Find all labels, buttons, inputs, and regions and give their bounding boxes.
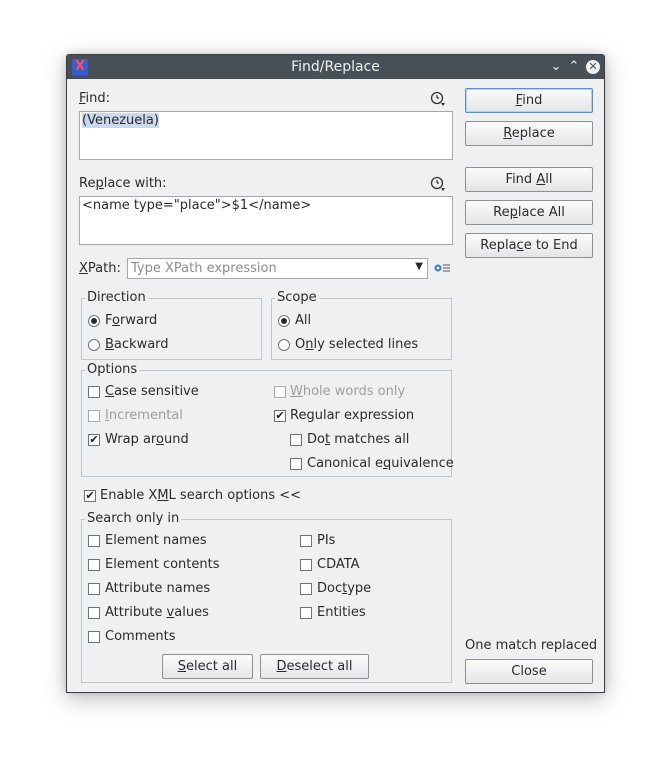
scope-title: Scope [275,290,319,305]
canonical-checkbox[interactable] [290,458,302,470]
attribute-values-label[interactable]: Attribute values [105,605,209,620]
scope-selected-radio[interactable] [278,339,290,351]
forward-label[interactable]: Forward [105,313,157,328]
find-input[interactable]: (Venezuela) [79,111,453,160]
cdata-label[interactable]: CDATA [317,557,360,572]
element-contents-label[interactable]: Element contents [105,557,220,572]
incremental-label[interactable]: Incremental [105,408,183,423]
replace-button[interactable]: Replace [465,121,593,146]
comments-checkbox[interactable] [88,631,100,643]
regex-checkbox[interactable]: ✔ [274,410,286,422]
incremental-checkbox[interactable] [88,410,100,422]
element-names-label[interactable]: Element names [105,533,207,548]
whole-words-checkbox[interactable] [274,386,286,398]
comments-label[interactable]: Comments [105,629,175,644]
doctype-label[interactable]: Doctype [317,581,371,596]
xpath-settings-icon[interactable] [433,262,451,274]
pis-checkbox[interactable] [300,535,312,547]
find-history-icon[interactable] [430,91,446,107]
find-all-button[interactable]: Find All [465,167,593,192]
maximize-icon[interactable]: ⌃ [565,58,583,76]
scope-all-label[interactable]: All [295,313,311,328]
backward-label[interactable]: Backward [105,337,169,352]
options-title: Options [85,362,140,377]
close-window-icon[interactable]: ✕ [586,60,600,74]
replace-input[interactable]: <name type="place">$1</name> [79,196,453,245]
cdata-checkbox[interactable] [300,559,312,571]
wrap-around-checkbox[interactable]: ✔ [88,434,100,446]
pis-label[interactable]: PIs [317,533,335,548]
canonical-label[interactable]: Canonical equivalence [307,456,454,471]
status-text: One match replaced [465,638,598,653]
doctype-checkbox[interactable] [300,583,312,595]
scope-all-radio[interactable] [278,315,290,327]
find-button[interactable]: Find [465,88,593,113]
attribute-names-label[interactable]: Attribute names [105,581,210,596]
wrap-around-label[interactable]: Wrap around [105,432,189,447]
title-bar[interactable]: X Find/Replace ⌄ ⌃ ✕ [67,55,604,79]
minimize-icon[interactable]: ⌄ [547,58,565,76]
xpath-combo[interactable]: Type XPath expression ▼ [127,258,428,279]
backward-radio[interactable] [88,339,100,351]
deselect-all-button[interactable]: Deselect all [260,654,369,679]
xpath-label: XPath: [79,261,121,276]
attribute-values-checkbox[interactable] [88,607,100,619]
whole-words-label[interactable]: Whole words only [290,384,405,399]
element-names-checkbox[interactable] [88,535,100,547]
dot-matches-checkbox[interactable] [290,434,302,446]
chevron-down-icon[interactable]: ▼ [415,261,423,272]
direction-title: Direction [85,290,148,305]
xpath-placeholder: Type XPath expression [131,261,277,276]
dot-matches-label[interactable]: Dot matches all [307,432,409,447]
window-title: Find/Replace [291,59,380,75]
regex-label[interactable]: Regular expression [290,408,414,423]
find-replace-dialog: X Find/Replace ⌄ ⌃ ✕ Find: (Venezuela) R… [66,54,605,693]
case-sensitive-label[interactable]: Case sensitive [105,384,199,399]
entities-label[interactable]: Entities [317,605,366,620]
replace-all-button[interactable]: Replace All [465,200,593,225]
replace-label: Replace with: [79,176,167,191]
select-all-button[interactable]: Select all [162,654,253,679]
attribute-names-checkbox[interactable] [88,583,100,595]
entities-checkbox[interactable] [300,607,312,619]
element-contents-checkbox[interactable] [88,559,100,571]
replace-history-icon[interactable] [430,176,446,192]
case-sensitive-checkbox[interactable] [88,386,100,398]
enable-xml-label[interactable]: Enable XML search options << [100,488,301,503]
enable-xml-checkbox[interactable]: ✔ [84,490,96,502]
scope-selected-label[interactable]: Only selected lines [295,337,418,352]
forward-radio[interactable] [88,315,100,327]
close-button[interactable]: Close [465,659,593,684]
replace-to-end-button[interactable]: Replace to End [465,233,593,258]
search-only-in-title: Search only in [85,511,182,526]
find-label: Find: [79,91,111,106]
